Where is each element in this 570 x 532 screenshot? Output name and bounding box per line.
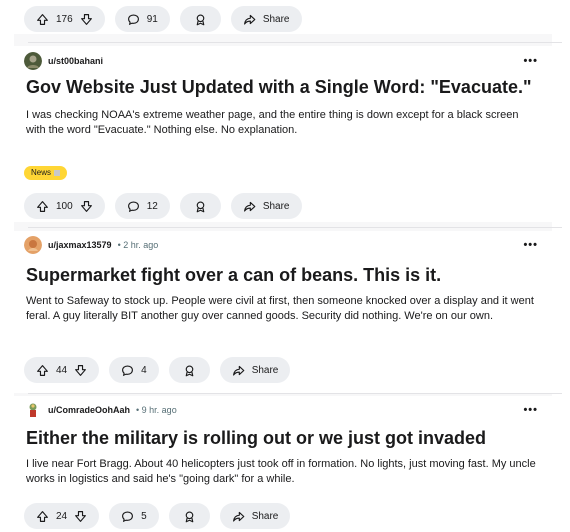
downvote-icon[interactable] <box>80 13 93 26</box>
share-button[interactable]: Share <box>219 503 291 529</box>
vote-count: 24 <box>56 510 68 522</box>
comments-button[interactable]: 91 <box>114 6 170 32</box>
award-icon <box>185 364 194 376</box>
more-options-icon[interactable]: ••• <box>523 55 538 67</box>
comment-icon <box>127 200 139 212</box>
divider <box>28 42 562 43</box>
comments-button[interactable]: 4 <box>109 357 159 383</box>
post-partial-actions: 176 91 Share <box>24 6 302 32</box>
comment-icon <box>127 13 139 25</box>
comment-count: 12 <box>146 200 158 212</box>
downvote-icon[interactable] <box>80 200 93 213</box>
post-meta: u/jaxmax13579 • 2 hr. ago <box>24 236 158 254</box>
vote-control[interactable]: 176 <box>24 6 105 32</box>
award-button[interactable] <box>179 6 221 32</box>
flair-label: News <box>31 168 52 177</box>
share-label: Share <box>251 510 279 522</box>
share-icon <box>243 14 256 25</box>
post-meta: u/st00bahani <box>24 52 103 70</box>
comment-count: 91 <box>146 13 158 25</box>
post-author[interactable]: u/ComradeOohAah <box>48 405 130 415</box>
award-button[interactable] <box>168 357 210 383</box>
upvote-icon[interactable] <box>36 364 49 377</box>
vote-control[interactable]: 24 <box>24 503 100 529</box>
post-body: I was checking NOAA's extreme weather pa… <box>26 109 519 136</box>
more-options-icon[interactable]: ••• <box>523 239 538 251</box>
post-card[interactable]: u/jaxmax13579 • 2 hr. ago ••• Supermarke… <box>14 231 552 393</box>
downvote-icon[interactable] <box>74 510 87 523</box>
share-button[interactable]: Share <box>230 193 302 219</box>
share-label: Share <box>262 13 290 25</box>
post-actions: 44 4 Share <box>24 357 291 383</box>
post-author[interactable]: u/jaxmax13579 <box>48 240 112 250</box>
post-title[interactable]: Either the military is rolling out or we… <box>26 428 486 449</box>
comments-button[interactable]: 12 <box>114 193 170 219</box>
comment-icon <box>122 364 134 376</box>
avatar[interactable] <box>24 52 42 70</box>
award-button[interactable] <box>179 193 221 219</box>
downvote-icon[interactable] <box>74 364 87 377</box>
share-icon <box>232 365 245 376</box>
post-card[interactable]: u/ComradeOohAah • 9 hr. ago ••• Either t… <box>14 396 552 532</box>
award-icon <box>196 200 205 212</box>
post-actions: 100 12 Share <box>24 193 302 219</box>
vote-count: 100 <box>56 200 73 212</box>
share-label: Share <box>251 364 279 376</box>
post-author[interactable]: u/st00bahani <box>48 56 103 66</box>
post-title[interactable]: Gov Website Just Updated with a Single W… <box>26 77 532 98</box>
comment-count: 4 <box>141 364 147 376</box>
divider <box>28 393 562 394</box>
vote-count: 176 <box>56 13 73 25</box>
post-time: • 9 hr. ago <box>136 405 177 415</box>
upvote-icon[interactable] <box>36 200 49 213</box>
comment-count: 5 <box>141 510 147 522</box>
vote-control[interactable]: 44 <box>24 357 100 383</box>
share-icon <box>243 201 256 212</box>
post-time: • 2 hr. ago <box>117 240 159 250</box>
post-title[interactable]: Supermarket fight over a can of beans. T… <box>26 265 441 286</box>
award-icon <box>185 510 194 522</box>
vote-control[interactable]: 100 <box>24 193 105 219</box>
award-button[interactable] <box>168 503 210 529</box>
flair-emoji-icon <box>54 170 61 176</box>
feed: 176 91 Share u/st00bahani ••• Gov Websit… <box>14 0 562 532</box>
share-icon <box>232 511 245 522</box>
award-icon <box>196 13 205 25</box>
comments-button[interactable]: 5 <box>109 503 159 529</box>
post-card[interactable]: u/st00bahani ••• Gov Website Just Update… <box>14 46 552 222</box>
share-button[interactable]: Share <box>230 6 302 32</box>
comment-icon <box>122 510 134 522</box>
post-meta: u/ComradeOohAah • 9 hr. ago <box>24 401 177 419</box>
post-body: Went to Safeway to stock up. People were… <box>26 295 534 322</box>
post-body: I live near Fort Bragg. About 40 helicop… <box>26 458 536 485</box>
vote-count: 44 <box>56 364 68 376</box>
share-label: Share <box>262 200 290 212</box>
more-options-icon[interactable]: ••• <box>523 404 538 416</box>
post-partial: 176 91 Share <box>14 0 552 34</box>
avatar[interactable] <box>24 401 42 419</box>
post-flair[interactable]: News <box>24 166 68 180</box>
share-button[interactable]: Share <box>219 357 291 383</box>
post-actions: 24 5 Share <box>24 503 291 529</box>
divider <box>28 227 562 228</box>
upvote-icon[interactable] <box>36 13 49 26</box>
avatar[interactable] <box>24 236 42 254</box>
upvote-icon[interactable] <box>36 510 49 523</box>
